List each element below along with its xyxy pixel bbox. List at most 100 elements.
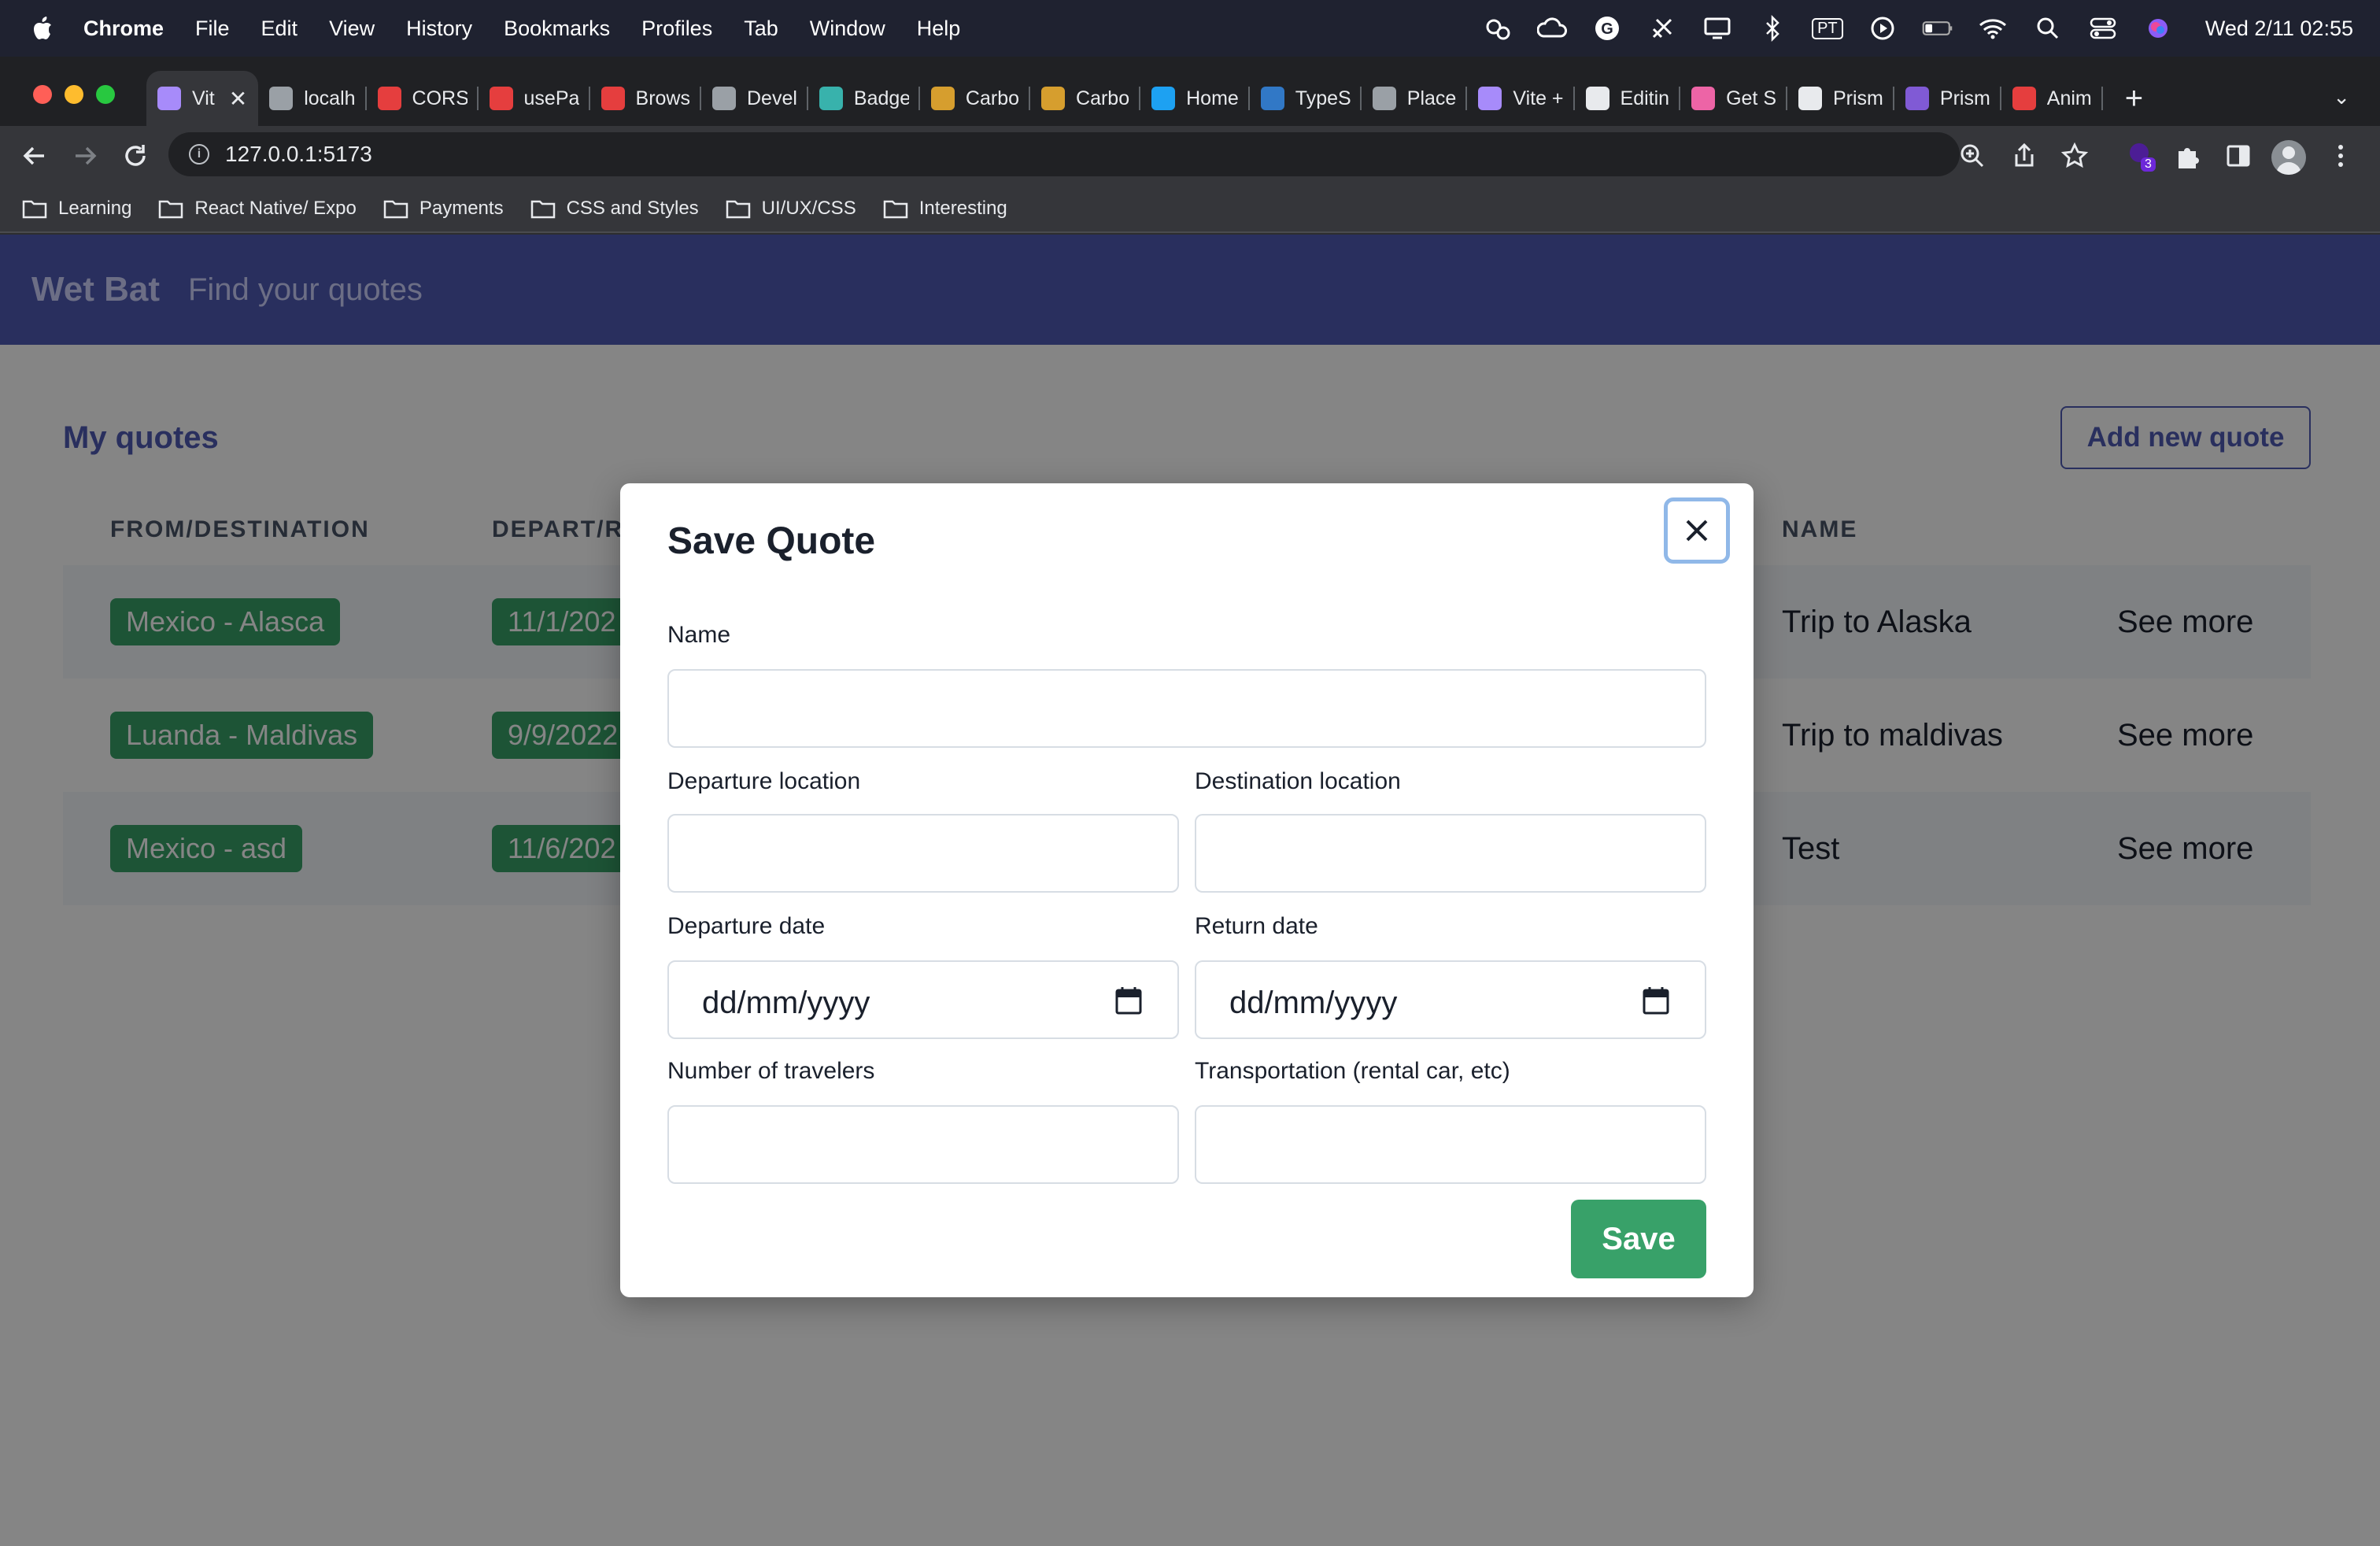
- browser-tab[interactable]: Prism: [1894, 71, 2001, 126]
- name-label: Name: [667, 622, 731, 648]
- bookmark-folder[interactable]: Learning: [22, 198, 131, 220]
- bookmark-folder[interactable]: CSS and Styles: [530, 198, 699, 220]
- browser-tab[interactable]: CORS: [367, 71, 479, 126]
- menu-tab[interactable]: Tab: [744, 17, 778, 41]
- return-date-input[interactable]: dd/mm/yyyy: [1195, 960, 1706, 1039]
- folder-icon: [530, 200, 555, 219]
- destination-location-input[interactable]: [1195, 814, 1706, 893]
- display-icon[interactable]: [1702, 13, 1733, 44]
- bookmark-star-icon[interactable]: [2060, 142, 2089, 170]
- browser-tab[interactable]: Get S: [1680, 71, 1787, 126]
- window-close-button[interactable]: [33, 85, 52, 104]
- address-bar[interactable]: i 127.0.0.1:5173: [168, 132, 1960, 176]
- tab-favicon-icon: [1478, 87, 1502, 110]
- calendar-icon[interactable]: [1114, 986, 1143, 1015]
- reload-icon[interactable]: [120, 140, 151, 172]
- folder-icon: [883, 200, 907, 219]
- tab-title: CORS: [412, 87, 468, 109]
- departure-location-input[interactable]: [667, 814, 1179, 893]
- browser-tab[interactable]: Devel: [701, 71, 808, 126]
- browser-tab[interactable]: Badge: [808, 71, 920, 126]
- weather-status-icon[interactable]: [1481, 13, 1513, 44]
- bookmark-label: UI/UX/CSS: [761, 198, 856, 219]
- bookmark-folder[interactable]: Interesting: [883, 198, 1007, 220]
- zoom-icon[interactable]: [1958, 142, 1986, 170]
- folder-icon: [726, 200, 750, 219]
- browser-tab[interactable]: Carbo: [1030, 71, 1141, 126]
- bookmark-label: Payments: [419, 198, 504, 219]
- side-panel-icon[interactable]: [2223, 140, 2254, 172]
- extensions-puzzle-icon[interactable]: [2172, 140, 2204, 172]
- folder-icon: [22, 200, 47, 219]
- browser-tab[interactable]: Home: [1140, 71, 1250, 126]
- menu-file[interactable]: File: [195, 17, 230, 41]
- browser-tab[interactable]: TypeS: [1250, 71, 1362, 126]
- tab-favicon-icon: [1041, 87, 1066, 110]
- now-playing-icon[interactable]: [1867, 13, 1898, 44]
- browser-tab[interactable]: Anim: [2001, 71, 2103, 126]
- tab-favicon-icon: [1260, 87, 1284, 110]
- close-icon: [1686, 520, 1708, 542]
- share-icon[interactable]: [2010, 142, 2038, 170]
- tab-favicon-icon: [1905, 87, 1929, 110]
- browser-tab[interactable]: Vit ✕: [146, 71, 259, 126]
- menu-help[interactable]: Help: [917, 17, 961, 41]
- transportation-input[interactable]: [1195, 1105, 1706, 1184]
- browser-tab[interactable]: usePa: [479, 71, 590, 126]
- script-tool-icon[interactable]: [1646, 13, 1678, 44]
- siri-icon[interactable]: [2142, 13, 2174, 44]
- bookmark-folder[interactable]: React Native/ Expo: [158, 198, 357, 220]
- browser-tab[interactable]: Brows: [590, 71, 702, 126]
- browser-tab[interactable]: Vite +: [1467, 71, 1575, 126]
- new-tab-plus-icon[interactable]: +: [2125, 81, 2143, 117]
- back-arrow-icon[interactable]: [19, 140, 50, 172]
- apple-logo-icon[interactable]: [30, 15, 54, 42]
- departure-date-input[interactable]: dd/mm/yyyy: [667, 960, 1179, 1039]
- tab-title: TypeS: [1295, 87, 1351, 109]
- browser-tab[interactable]: Prism: [1787, 71, 1894, 126]
- save-button[interactable]: Save: [1571, 1200, 1706, 1278]
- tab-title: localh: [304, 87, 356, 109]
- menu-history[interactable]: History: [406, 17, 472, 41]
- browser-tab[interactable]: Editin: [1575, 71, 1681, 126]
- menu-app-name[interactable]: Chrome: [83, 17, 164, 41]
- menu-bookmarks[interactable]: Bookmarks: [504, 17, 610, 41]
- creative-cloud-icon[interactable]: [1536, 13, 1568, 44]
- bluetooth-icon[interactable]: [1757, 13, 1788, 44]
- grammarly-icon[interactable]: G: [1591, 13, 1623, 44]
- window-minimize-button[interactable]: [65, 85, 83, 104]
- tab-favicon-icon: [1691, 87, 1716, 110]
- profile-avatar[interactable]: [2271, 140, 2306, 175]
- browser-tab[interactable]: Place: [1362, 71, 1468, 126]
- window-zoom-button[interactable]: [96, 85, 115, 104]
- spotlight-search-icon[interactable]: [2032, 13, 2064, 44]
- site-info-icon[interactable]: i: [189, 144, 209, 165]
- extension-with-badge[interactable]: 3: [2125, 140, 2156, 172]
- tab-favicon-icon: [489, 87, 513, 110]
- tab-title: usePa: [523, 87, 579, 109]
- browser-tab[interactable]: localh: [258, 71, 367, 126]
- tab-search-chevron-icon[interactable]: ⌄: [2333, 85, 2350, 109]
- forward-arrow-icon[interactable]: [69, 140, 101, 172]
- modal-close-button[interactable]: [1664, 497, 1730, 564]
- battery-icon[interactable]: [1922, 13, 1953, 44]
- bookmark-folder[interactable]: Payments: [383, 198, 504, 220]
- calendar-icon[interactable]: [1642, 986, 1670, 1015]
- chrome-menu-kebab-icon[interactable]: [2325, 140, 2356, 172]
- address-url[interactable]: 127.0.0.1:5173: [225, 142, 372, 167]
- menu-window[interactable]: Window: [810, 17, 885, 41]
- wifi-icon[interactable]: [1977, 13, 2009, 44]
- browser-tab[interactable]: Carbo: [920, 71, 1031, 126]
- tab-title: Prism: [1833, 87, 1883, 109]
- departure-location-label: Departure location: [667, 768, 861, 794]
- name-input[interactable]: [667, 669, 1706, 748]
- menu-view[interactable]: View: [329, 17, 375, 41]
- input-source-indicator[interactable]: PT: [1812, 13, 1843, 44]
- control-center-icon[interactable]: [2087, 13, 2119, 44]
- menu-profiles[interactable]: Profiles: [641, 17, 712, 41]
- menu-edit[interactable]: Edit: [261, 17, 298, 41]
- clock[interactable]: Wed 2/11 02:55: [2205, 17, 2353, 41]
- tab-close-icon[interactable]: ✕: [229, 86, 247, 112]
- bookmark-folder[interactable]: UI/UX/CSS: [726, 198, 856, 220]
- travelers-input[interactable]: [667, 1105, 1179, 1184]
